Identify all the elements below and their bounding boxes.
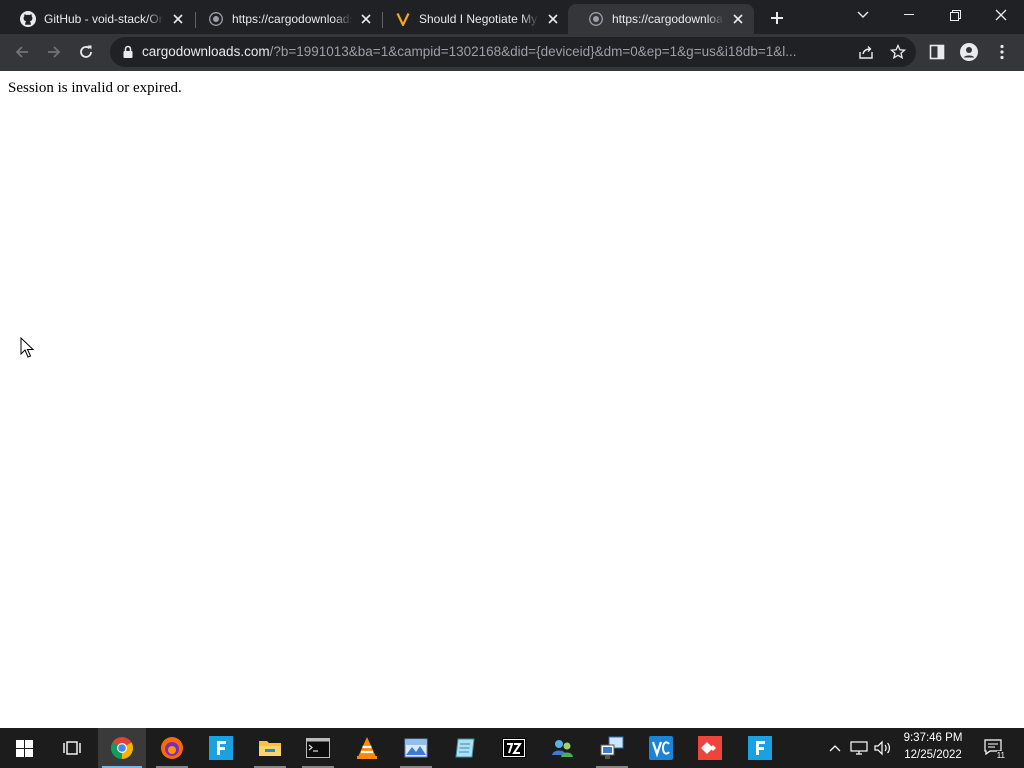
mouse-cursor-icon xyxy=(20,337,34,358)
network-users-icon xyxy=(552,740,573,757)
taskbar-image-viewer[interactable] xyxy=(392,728,440,768)
clock-date: 12/25/2022 xyxy=(904,749,962,761)
taskbar-f-app[interactable] xyxy=(197,728,245,768)
url-text[interactable]: cargodownloads.com/?b=1991013&ba=1&campi… xyxy=(142,44,842,60)
f-app-icon xyxy=(209,736,233,760)
close-icon xyxy=(995,9,1007,21)
start-button[interactable] xyxy=(0,728,48,768)
firefox-icon xyxy=(161,737,183,759)
minimize-button[interactable] xyxy=(886,0,932,30)
taskbar-7zip[interactable] xyxy=(490,728,538,768)
file-explorer-icon xyxy=(259,741,281,756)
taskbar-file-explorer[interactable] xyxy=(246,728,294,768)
forward-button[interactable] xyxy=(40,38,68,66)
f-app-icon xyxy=(748,736,772,760)
tab-github[interactable]: GitHub - void-stack/Omni xyxy=(0,4,194,34)
restore-icon xyxy=(949,9,961,21)
back-arrow-icon xyxy=(15,46,28,58)
terminal-icon xyxy=(306,738,330,758)
volume-icon xyxy=(874,740,890,756)
error-message: Session is invalid or expired. xyxy=(8,80,182,96)
close-icon[interactable] xyxy=(170,11,186,27)
tab-strip: GitHub - void-stack/Omni https://cargodo… xyxy=(0,0,1024,34)
back-button[interactable] xyxy=(8,38,36,66)
menu-button[interactable] xyxy=(988,38,1016,66)
side-panel-icon xyxy=(929,44,945,60)
task-view-icon xyxy=(63,741,81,755)
taskbar-remote-desktop[interactable] xyxy=(588,728,636,768)
taskbar-notepad[interactable] xyxy=(441,728,489,768)
tab-cargodownloads-1[interactable]: https://cargodownloads.com xyxy=(188,4,382,34)
taskbar-vlc[interactable] xyxy=(343,728,391,768)
taskbar: 9:37:46 PM 12/25/2022 11 xyxy=(0,728,1024,768)
tray-overflow-button[interactable] xyxy=(824,728,846,768)
notepad-icon xyxy=(455,738,475,758)
tab-search-button[interactable] xyxy=(840,0,886,30)
windows-start-icon xyxy=(15,739,33,757)
close-icon[interactable] xyxy=(730,11,746,27)
image-viewer-icon xyxy=(404,738,428,758)
chrome-icon xyxy=(111,737,133,759)
vlc-icon xyxy=(357,737,377,759)
page-content: Session is invalid or expired. xyxy=(0,71,1024,728)
taskbar-network-users[interactable] xyxy=(539,728,587,768)
tab-title: https://cargodownloads.com xyxy=(612,12,724,26)
notification-count-badge: 11 xyxy=(996,751,1005,760)
taskbar-vscode[interactable] xyxy=(637,728,685,768)
chevron-up-icon xyxy=(829,745,841,752)
task-view-button[interactable] xyxy=(48,728,96,768)
bookmark-star-icon[interactable] xyxy=(890,44,906,60)
clock-time: 9:37:46 PM xyxy=(903,732,963,744)
tray-volume[interactable] xyxy=(872,728,894,768)
globe-icon xyxy=(588,11,604,27)
side-panel-button[interactable] xyxy=(923,38,951,66)
close-icon[interactable] xyxy=(545,11,561,27)
url-path: /?b=1991013&ba=1&campid=1302168&did={dev… xyxy=(269,44,797,59)
chevron-down-icon xyxy=(857,11,869,18)
reload-icon xyxy=(80,45,92,58)
taskbar-firefox[interactable] xyxy=(148,728,196,768)
action-center-button[interactable]: 11 xyxy=(980,728,1006,768)
globe-icon xyxy=(208,11,224,27)
taskbar-chrome[interactable] xyxy=(98,728,146,768)
tab-title: GitHub - void-stack/Omni xyxy=(44,12,164,26)
lock-icon[interactable] xyxy=(120,44,136,60)
v-logo-icon xyxy=(395,11,411,27)
taskbar-anydesk[interactable] xyxy=(686,728,734,768)
taskbar-f-app-2[interactable] xyxy=(736,728,784,768)
plus-icon xyxy=(771,12,783,24)
profile-button[interactable] xyxy=(955,38,983,66)
anydesk-icon xyxy=(698,736,722,760)
forward-arrow-icon xyxy=(48,46,61,58)
tab-negotiate-salary[interactable]: Should I Negotiate My Salary xyxy=(375,4,569,34)
network-icon xyxy=(850,741,868,755)
reload-button[interactable] xyxy=(72,38,100,66)
taskbar-terminal[interactable] xyxy=(294,728,342,768)
github-icon xyxy=(20,11,36,27)
profile-icon xyxy=(960,43,978,61)
remote-desktop-icon xyxy=(600,736,624,759)
address-bar[interactable]: cargodownloads.com/?b=1991013&ba=1&campi… xyxy=(110,37,916,67)
close-icon[interactable] xyxy=(358,11,374,27)
7zip-icon xyxy=(502,738,526,758)
browser-toolbar: cargodownloads.com/?b=1991013&ba=1&campi… xyxy=(0,34,1024,71)
taskbar-clock[interactable]: 9:37:46 PM 12/25/2022 xyxy=(900,730,966,766)
share-icon[interactable] xyxy=(858,44,874,60)
vscode-icon xyxy=(649,736,673,760)
tab-title: https://cargodownloads.com xyxy=(232,12,352,26)
restore-button[interactable] xyxy=(932,0,978,30)
url-host: cargodownloads.com xyxy=(142,44,270,59)
tray-network[interactable] xyxy=(848,728,870,768)
minimize-icon xyxy=(904,14,914,15)
new-tab-button[interactable] xyxy=(764,6,790,30)
tab-cargodownloads-active[interactable]: https://cargodownloads.com xyxy=(568,4,754,34)
more-vert-icon xyxy=(1000,44,1004,60)
tab-title: Should I Negotiate My Salary xyxy=(419,12,539,26)
window-close-button[interactable] xyxy=(978,0,1024,30)
